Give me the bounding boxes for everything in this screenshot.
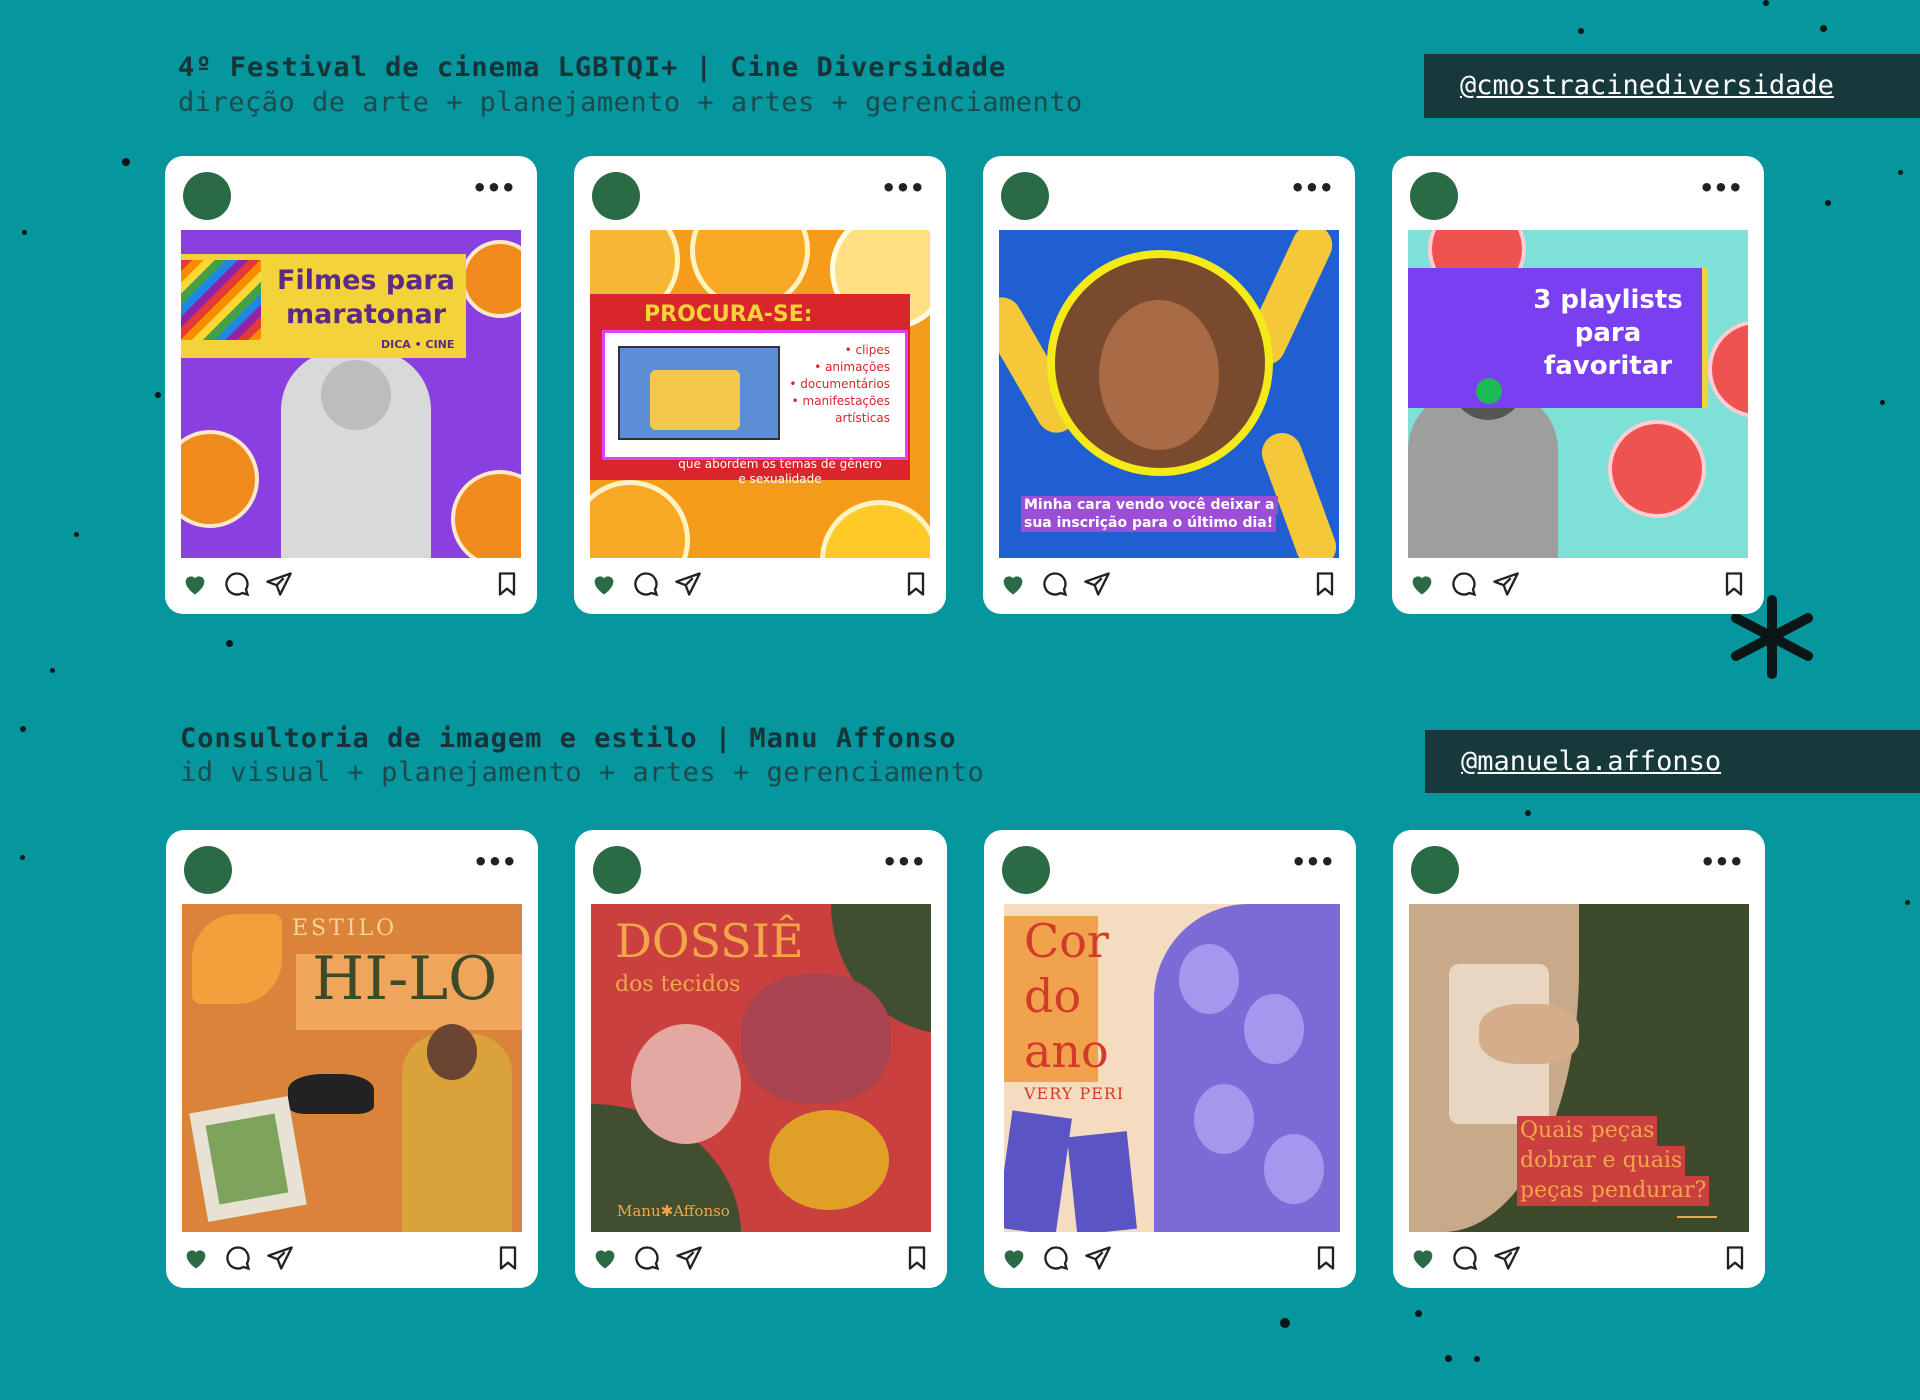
comment-icon[interactable]: [1042, 1244, 1070, 1272]
more-dots-icon[interactable]: •••: [1290, 174, 1334, 202]
avatar[interactable]: [183, 172, 231, 220]
post-caption: sua inscrição para o último dia!: [1021, 514, 1277, 532]
heart-icon[interactable]: [591, 1244, 619, 1272]
heart-icon[interactable]: [181, 570, 209, 598]
post-caption: e sexualidade: [738, 472, 822, 486]
post-subheadline: VERY PERI: [1024, 1084, 1125, 1103]
post-caption: Minha cara vendo você deixar a: [1021, 496, 1278, 514]
heart-icon[interactable]: [1409, 1244, 1437, 1272]
post-tag: DICA • CINE: [381, 338, 455, 351]
post-headline: dobrar e quais: [1517, 1146, 1686, 1176]
post-image[interactable]: DOSSIÊ dos tecidos Manu✱Affonso: [591, 904, 931, 1232]
more-dots-icon[interactable]: •••: [1700, 848, 1744, 876]
instagram-post-card: ••• PROCURA-SE: • clipes • animações • d…: [574, 156, 946, 614]
avatar[interactable]: [592, 172, 640, 220]
more-dots-icon[interactable]: •••: [1699, 174, 1743, 202]
post-image[interactable]: Minha cara vendo você deixar a sua inscr…: [999, 230, 1339, 558]
post-image[interactable]: PROCURA-SE: • clipes • animações • docum…: [590, 230, 930, 558]
avatar[interactable]: [593, 846, 641, 894]
avatar[interactable]: [1410, 172, 1458, 220]
more-dots-icon[interactable]: •••: [1291, 848, 1335, 876]
post-headline: DOSSIÊ: [615, 914, 804, 968]
instagram-post-card: ••• 3 playlists para favoritar: [1392, 156, 1764, 614]
post-headline: PROCURA-SE:: [644, 302, 813, 327]
section-subtitle: id visual + planejamento + artes + geren…: [180, 757, 985, 788]
instagram-post-card: ••• ESTILO HI-LO: [166, 830, 538, 1288]
instagram-post-card: ••• Cor do ano VERY PERI: [984, 830, 1356, 1288]
instagram-post-card: ••• Filmes para maratonar DICA • CINE: [165, 156, 537, 614]
instagram-post-card: ••• Minha cara vendo você deixar a sua i…: [983, 156, 1355, 614]
post-headline: peças pendurar?: [1517, 1176, 1710, 1206]
post-headline: HI-LO: [312, 944, 498, 1014]
post-image[interactable]: 3 playlists para favoritar: [1408, 230, 1748, 558]
heart-icon[interactable]: [1408, 570, 1436, 598]
bookmark-icon[interactable]: [1720, 570, 1748, 598]
heart-icon[interactable]: [182, 1244, 210, 1272]
comment-icon[interactable]: [1041, 570, 1069, 598]
avatar[interactable]: [184, 846, 232, 894]
send-icon[interactable]: [1083, 570, 1111, 598]
send-icon[interactable]: [1493, 1244, 1521, 1272]
bookmark-icon[interactable]: [1312, 1244, 1340, 1272]
avatar[interactable]: [1002, 846, 1050, 894]
post-list-item: • clipes: [844, 343, 890, 357]
more-dots-icon[interactable]: •••: [473, 848, 517, 876]
heart-icon[interactable]: [999, 570, 1027, 598]
comment-icon[interactable]: [224, 1244, 252, 1272]
post-headline: Cor: [1024, 914, 1109, 968]
heart-icon[interactable]: [1000, 1244, 1028, 1272]
instagram-post-card: ••• Quais peças dobrar e quais peças pen…: [1393, 830, 1765, 1288]
post-headline: favoritar: [1543, 351, 1673, 381]
bookmark-icon[interactable]: [1721, 1244, 1749, 1272]
instagram-handle-link[interactable]: @cmostracinediversidade: [1424, 54, 1920, 118]
brand-signature: Manu✱Affonso: [617, 1202, 730, 1220]
more-dots-icon[interactable]: •••: [882, 848, 926, 876]
post-headline: do: [1024, 969, 1082, 1023]
section-subtitle: direção de arte + planejamento + artes +…: [178, 87, 1083, 118]
post-list-item: • manifestações: [791, 394, 890, 408]
post-headline: Filmes para: [277, 265, 455, 296]
send-icon[interactable]: [266, 1244, 294, 1272]
send-icon[interactable]: [674, 570, 702, 598]
post-kicker: ESTILO: [292, 916, 398, 941]
bookmark-icon[interactable]: [903, 1244, 931, 1272]
more-dots-icon[interactable]: •••: [472, 174, 516, 202]
send-icon[interactable]: [675, 1244, 703, 1272]
post-headline: 3 playlists: [1533, 285, 1683, 315]
comment-icon[interactable]: [1450, 570, 1478, 598]
post-headline: Quais peças: [1517, 1116, 1658, 1146]
instagram-post-card: ••• DOSSIÊ dos tecidos Manu✱Affonso: [575, 830, 947, 1288]
post-image[interactable]: Quais peças dobrar e quais peças pendura…: [1409, 904, 1749, 1232]
bookmark-icon[interactable]: [493, 570, 521, 598]
comment-icon[interactable]: [633, 1244, 661, 1272]
comment-icon[interactable]: [223, 570, 251, 598]
comment-icon[interactable]: [1451, 1244, 1479, 1272]
post-caption: que abordem os temas de gênero: [678, 457, 882, 471]
post-list-item: • animações: [814, 360, 890, 374]
bookmark-icon[interactable]: [1311, 570, 1339, 598]
post-list-item: • documentários: [789, 377, 890, 391]
more-dots-icon[interactable]: •••: [881, 174, 925, 202]
avatar[interactable]: [1411, 846, 1459, 894]
section-title: 4º Festival de cinema LGBTQI+ | Cine Div…: [178, 52, 1007, 83]
post-headline: para: [1574, 318, 1642, 348]
post-image[interactable]: Cor do ano VERY PERI: [1004, 904, 1340, 1232]
avatar[interactable]: [1001, 172, 1049, 220]
post-headline: maratonar: [285, 299, 447, 330]
post-list-item: artísticas: [835, 411, 890, 425]
send-icon[interactable]: [265, 570, 293, 598]
send-icon[interactable]: [1492, 570, 1520, 598]
bookmark-icon[interactable]: [494, 1244, 522, 1272]
post-headline: ano: [1024, 1024, 1109, 1078]
post-image[interactable]: Filmes para maratonar DICA • CINE: [181, 230, 521, 558]
comment-icon[interactable]: [632, 570, 660, 598]
post-subheadline: dos tecidos: [615, 972, 741, 997]
post-image[interactable]: ESTILO HI-LO: [182, 904, 522, 1232]
bookmark-icon[interactable]: [902, 570, 930, 598]
heart-icon[interactable]: [590, 570, 618, 598]
section-title: Consultoria de imagem e estilo | Manu Af…: [180, 723, 957, 754]
send-icon[interactable]: [1084, 1244, 1112, 1272]
instagram-handle-link[interactable]: @manuela.affonso: [1425, 730, 1920, 793]
